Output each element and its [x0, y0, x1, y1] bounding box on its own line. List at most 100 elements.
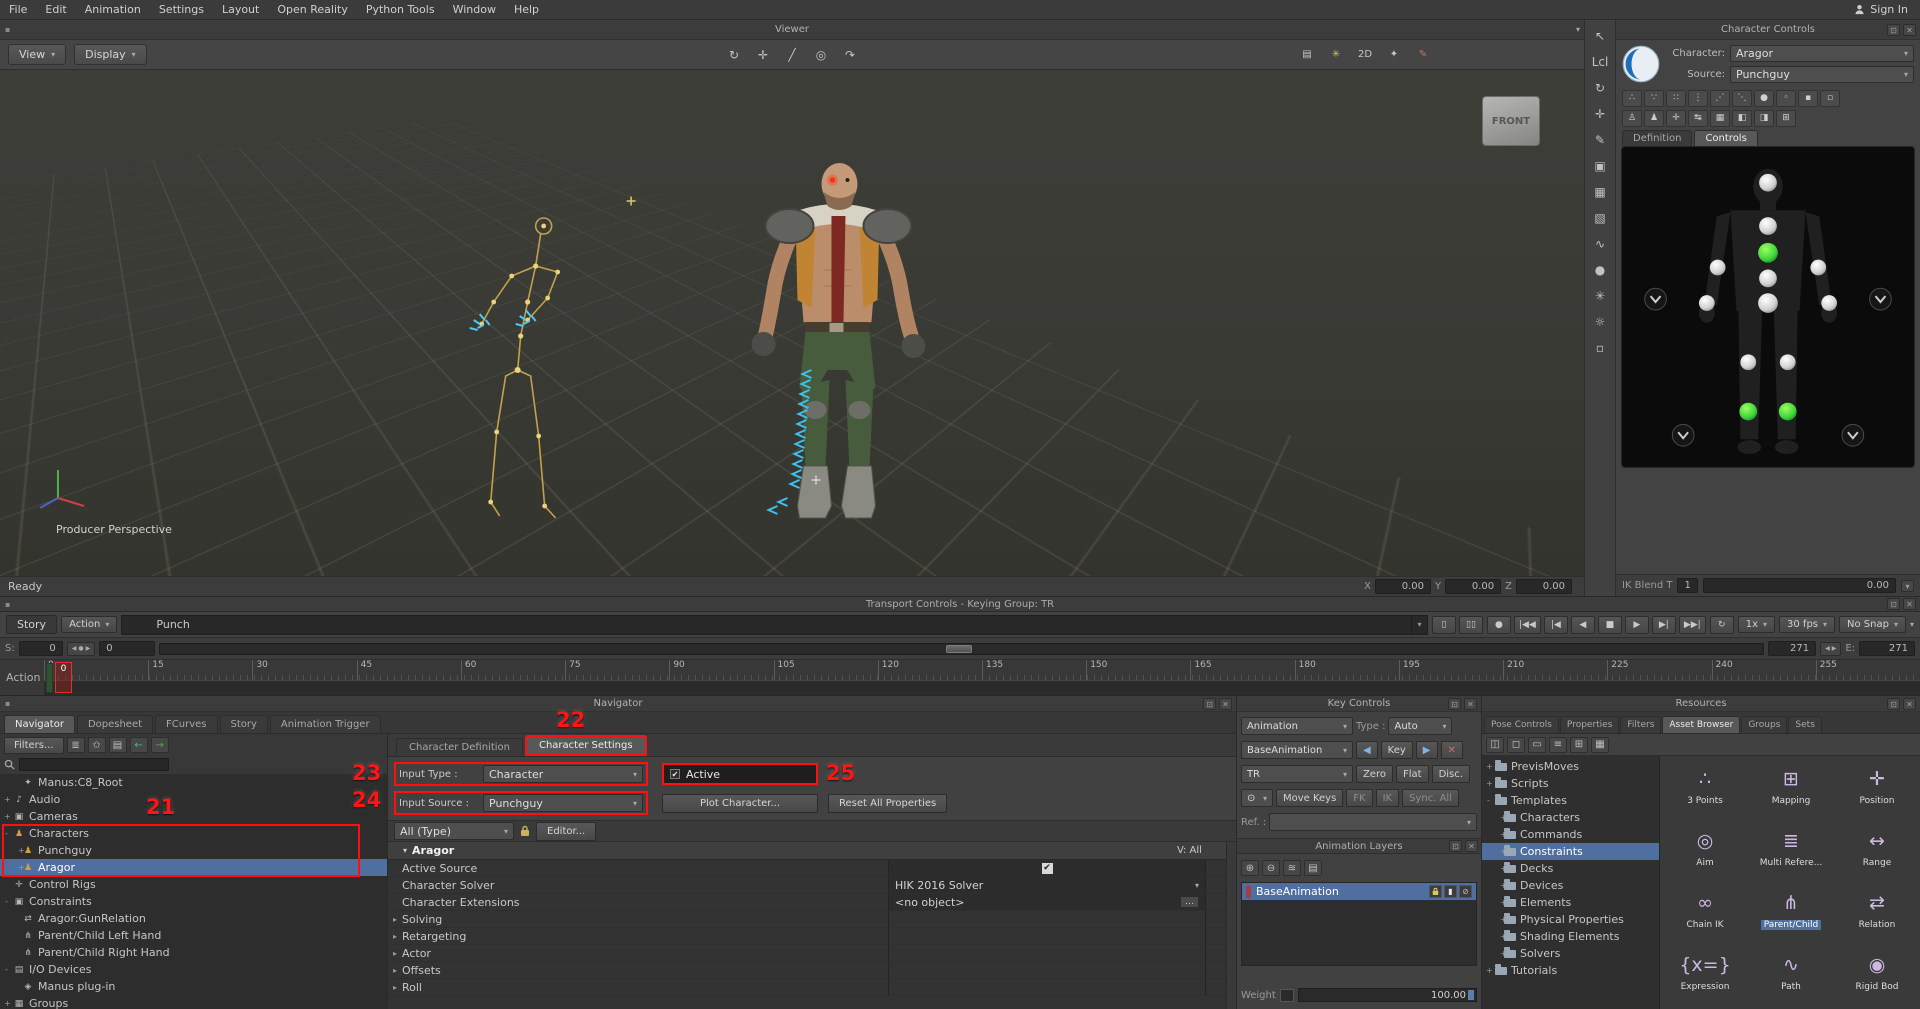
- grid-mode-icon[interactable]: ⊞: [1570, 737, 1588, 753]
- z-coordinate-field[interactable]: 0.00: [1516, 579, 1572, 594]
- float-icon[interactable]: ⊡: [1449, 840, 1462, 852]
- reset-all-properties-button[interactable]: Reset All Properties: [828, 794, 947, 813]
- playback-speed-dropdown[interactable]: 1x▾: [1738, 616, 1775, 633]
- table-scrollbar[interactable]: [1226, 842, 1236, 1009]
- expander-icon[interactable]: +: [0, 812, 9, 821]
- curve-tool-icon[interactable]: ∿: [1588, 232, 1612, 255]
- expander-icon[interactable]: +: [1482, 779, 1491, 788]
- expander-icon[interactable]: +: [1482, 813, 1500, 822]
- float-icon[interactable]: ⊡: [1448, 698, 1461, 710]
- point-tool-icon[interactable]: ●: [1588, 258, 1612, 281]
- tab-character-settings[interactable]: Character Settings: [525, 735, 647, 756]
- zoom-slider-handle[interactable]: [946, 645, 972, 653]
- clip-track[interactable]: Punch ▾: [121, 615, 1428, 635]
- expander-icon[interactable]: -: [0, 965, 9, 974]
- tree-item[interactable]: ◈ Manus plug-in: [0, 978, 387, 995]
- keying-dots-icon-9[interactable]: ▪: [1798, 90, 1818, 107]
- lock-icon[interactable]: [1429, 885, 1442, 898]
- favorites-icon[interactable]: ✩: [88, 737, 106, 753]
- keying-dots-icon-1[interactable]: ∴: [1622, 90, 1642, 107]
- browse-button[interactable]: …: [1180, 896, 1199, 908]
- expander-icon[interactable]: -: [0, 897, 9, 906]
- tree-item[interactable]: ⋔ Parent/Child Left Hand: [0, 927, 387, 944]
- asset-folder-row[interactable]: + Devices: [1482, 877, 1659, 894]
- view-dropdown[interactable]: View▾: [8, 44, 66, 65]
- expander-icon[interactable]: +: [1482, 864, 1500, 873]
- camera-tool-icon[interactable]: ▦: [1588, 180, 1612, 203]
- list-mode-icon[interactable]: ≡: [1549, 737, 1567, 753]
- visibility-label[interactable]: V: All: [1177, 845, 1226, 856]
- asset-folder-row[interactable]: + Decks: [1482, 860, 1659, 877]
- weight-key-toggle[interactable]: [1280, 989, 1294, 1002]
- close-icon[interactable]: ✕: [1903, 24, 1916, 36]
- loop-start-field[interactable]: 0: [99, 641, 155, 656]
- loop-mode-button[interactable]: ↻: [1710, 616, 1734, 634]
- viewport[interactable]: FRONT Producer Perspective: [0, 70, 1584, 576]
- resources-tab[interactable]: Groups: [1741, 716, 1787, 733]
- expander-icon[interactable]: +: [1482, 932, 1500, 941]
- dual-view-icon[interactable]: ▯▯: [1459, 616, 1483, 634]
- select-tool-icon[interactable]: ↖: [1588, 24, 1612, 47]
- expander-icon[interactable]: +: [1482, 762, 1491, 771]
- keying-dots-icon-7[interactable]: ●: [1754, 90, 1774, 107]
- arc-rotate-icon[interactable]: ↷: [839, 45, 861, 65]
- plot-character-button[interactable]: Plot Character...: [662, 794, 818, 813]
- expand-arrow-icon[interactable]: [388, 949, 402, 958]
- property-value[interactable]: <no object> ✔ ▾ …: [888, 894, 1206, 910]
- lock-icon[interactable]: [520, 825, 530, 837]
- resources-tab[interactable]: Sets: [1788, 716, 1821, 733]
- local-axes-icon[interactable]: Lcl: [1588, 50, 1612, 73]
- zoom-icon[interactable]: ◎: [810, 45, 832, 65]
- expand-arrow-icon[interactable]: [388, 915, 402, 924]
- 2d-display-icon[interactable]: 2D: [1354, 45, 1376, 65]
- tree-item[interactable]: + ♟ Punchguy: [0, 842, 387, 859]
- single-view-icon[interactable]: ▯: [1432, 616, 1456, 634]
- frame-tool-icon[interactable]: ▣: [1588, 154, 1612, 177]
- window-icon[interactable]: ◻: [1507, 737, 1525, 753]
- current-frame-field[interactable]: 271: [1768, 641, 1816, 656]
- menu-item[interactable]: Edit: [36, 0, 75, 19]
- property-value[interactable]: HIK 2016 Solver ✔ ▾ …: [888, 877, 1206, 893]
- discontinuity-button[interactable]: Disc.: [1432, 765, 1470, 783]
- body-part-icon[interactable]: ♟: [1644, 110, 1664, 127]
- asset-item[interactable]: {x=} Expression: [1662, 946, 1748, 1008]
- input-source-dropdown[interactable]: Punchguy▾: [483, 794, 643, 812]
- grid-display-icon[interactable]: ▤: [1296, 45, 1318, 65]
- navigator-tab[interactable]: Story: [220, 715, 268, 733]
- frame-rate-dropdown[interactable]: 30 fps▾: [1779, 616, 1835, 633]
- left-side-icon[interactable]: ◧: [1732, 110, 1752, 127]
- tree-item[interactable]: + ▦ Groups: [0, 995, 387, 1009]
- asset-folder-row[interactable]: + Scripts: [1482, 775, 1659, 792]
- stop-button[interactable]: ■: [1598, 616, 1622, 634]
- asset-folder-row[interactable]: + Solvers: [1482, 945, 1659, 962]
- keying-dots-icon-6[interactable]: ⋱: [1732, 90, 1752, 107]
- move-keys-button[interactable]: Move Keys: [1276, 789, 1343, 807]
- resources-tab[interactable]: Pose Controls: [1484, 716, 1559, 733]
- resources-tab[interactable]: Properties: [1560, 716, 1619, 733]
- expand-arrow-icon[interactable]: [388, 983, 402, 992]
- ik-blend-value-field[interactable]: 0.00: [1703, 578, 1896, 593]
- Character Solver[interactable]: Character Solver HIK 2016 Solver ✔ ▾ …: [388, 877, 1236, 894]
- panel-menu-icon[interactable]: ▾: [1901, 580, 1914, 592]
- close-icon[interactable]: ✕: [1903, 698, 1916, 710]
- next-key-button[interactable]: ▶: [1416, 741, 1438, 759]
- new-layer-icon[interactable]: ⊕: [1241, 860, 1259, 876]
- search-input[interactable]: [19, 758, 169, 771]
- tree-item[interactable]: + ▣ Cameras: [0, 808, 387, 825]
- menu-item[interactable]: Layout: [213, 0, 268, 19]
- goto-end-button[interactable]: ▶▶|: [1679, 616, 1706, 634]
- expander-icon[interactable]: +: [1482, 847, 1500, 856]
- keying-group-dropdown[interactable]: TR▾: [1241, 765, 1353, 783]
- tree-item[interactable]: + ♟ Aragor: [0, 859, 387, 876]
- expander-icon[interactable]: -: [0, 829, 9, 838]
- dock-icon[interactable]: ◫: [1486, 737, 1504, 753]
- keying-target-dropdown[interactable]: Animation▾: [1241, 717, 1353, 735]
- keying-dots-icon-8[interactable]: ◦: [1776, 90, 1796, 107]
- translate-tool-icon[interactable]: ✛: [1588, 102, 1612, 125]
- mute-icon[interactable]: ⊘: [1459, 885, 1472, 898]
- folder-up-icon[interactable]: ▤: [109, 737, 127, 753]
- tree-item[interactable]: - ▤ I/O Devices: [0, 961, 387, 978]
- display-dropdown[interactable]: Display▾: [74, 44, 147, 65]
- ik-blend-spinner[interactable]: 1: [1677, 578, 1697, 593]
- key-type-dropdown[interactable]: Auto▾: [1388, 717, 1452, 735]
